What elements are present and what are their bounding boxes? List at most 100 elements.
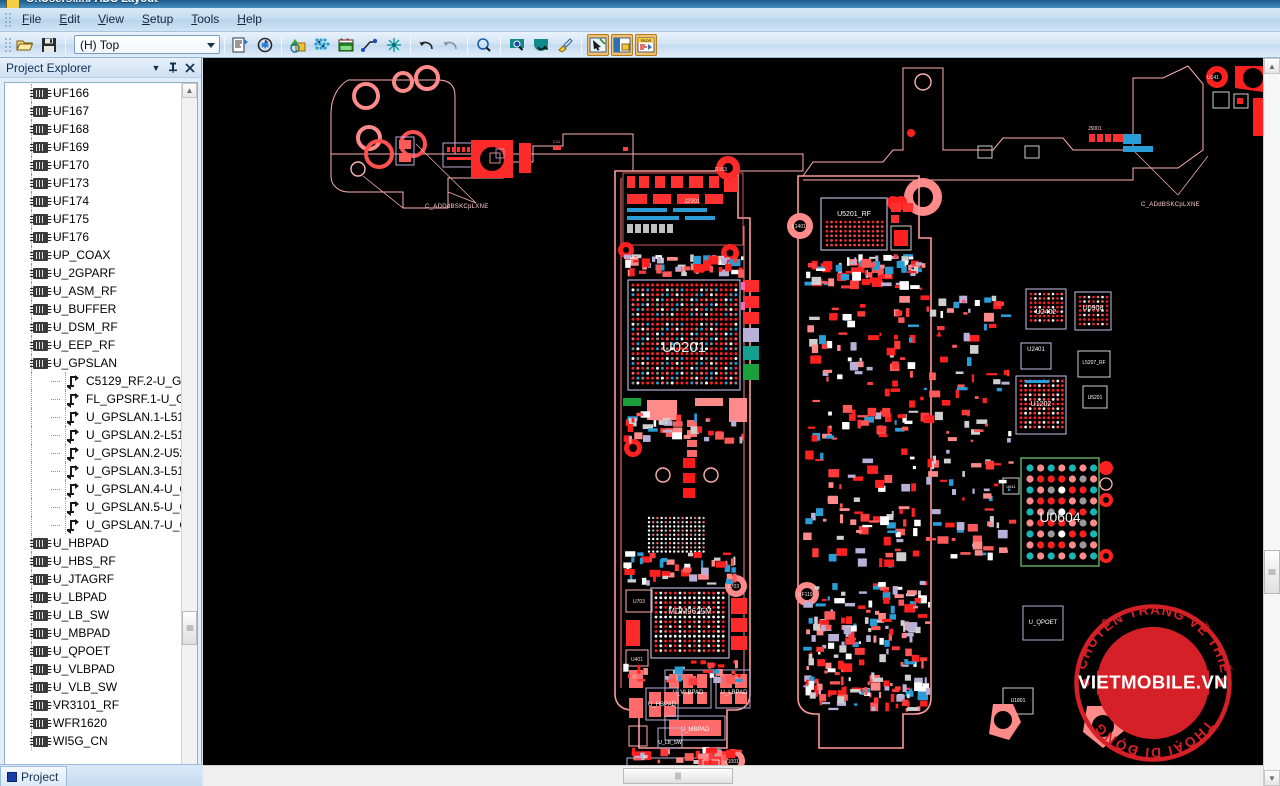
menu-view[interactable]: View [89,9,133,30]
menu-help[interactable]: Help [228,9,271,30]
zoom-button[interactable] [473,34,495,56]
menu-tools[interactable]: Tools [182,9,228,30]
tree-dotted-connector [51,129,60,130]
menu-setup[interactable]: Setup [133,9,182,30]
tree-part-item[interactable]: +UF166 [5,84,181,102]
toolbar-grip[interactable] [3,35,11,54]
canvas-scroll-thumb[interactable] [1264,550,1280,594]
tree-part-item[interactable]: +U_VLB_SW [5,678,181,696]
design-tools-button[interactable] [587,33,609,56]
tree-vertical-scrollbar[interactable]: ▲ ▼ [181,83,197,786]
pour-button[interactable] [287,34,309,56]
canvas-scroll-down-button[interactable]: ▼ [1264,770,1280,786]
tree-net-item[interactable]: U_GPSLAN.5-U_G [5,498,181,516]
tree-scroll-thumb[interactable] [182,611,197,645]
tree-part-item[interactable]: +UP_COAX [5,246,181,264]
drc-button[interactable] [311,34,333,56]
svg-text:U0201: U0201 [662,339,706,356]
tree-item-label: U_GPSLAN.7-U_G [86,518,181,532]
panel-pin-button[interactable] [166,61,180,75]
route-line-icon [361,38,378,52]
tree-part-item[interactable]: +WFR1620 [5,714,181,732]
save-file-button[interactable] [38,34,60,56]
component-chip-icon [30,627,48,639]
tree-part-item[interactable]: +U_LBPAD [5,588,181,606]
zoom-fit-button[interactable] [530,34,552,56]
open-file-button[interactable] [14,34,36,56]
tree-part-item[interactable]: UF175 [5,210,181,228]
panel-close-button[interactable] [183,61,197,75]
tree-net-item[interactable]: U_GPSLAN.2-L512 [5,426,181,444]
redraw-button[interactable] [554,34,576,56]
menu-edit[interactable]: Edit [50,9,89,30]
tree-part-item[interactable]: −U_GPSLAN [5,354,181,372]
tree-item-label: U_GPSLAN.2-U520 [86,446,181,460]
tree-part-item[interactable]: +U_HBPAD [5,534,181,552]
tree-part-item[interactable]: +VR3101_RF [5,696,181,714]
tree-part-item[interactable]: UF169 [5,138,181,156]
tree-part-item[interactable]: +U_2GPARF [5,264,181,282]
tree-part-item[interactable]: +U_QPOET [5,642,181,660]
tree-part-item[interactable]: +U_ASM_RF [5,282,181,300]
tree-guide-line [31,156,32,174]
tree-net-item[interactable]: U_GPSLAN.7-U_G [5,516,181,534]
tree-part-item[interactable]: +U_DSM_RF [5,318,181,336]
menu-grip[interactable] [3,10,11,29]
project-explorer-button[interactable] [611,33,633,56]
tree-net-item[interactable]: U_GPSLAN.1-L512 [5,408,181,426]
tree-net-item[interactable]: C5129_RF.2-U_GP [5,372,181,390]
component-chip-icon [30,267,48,279]
route-button[interactable] [359,34,381,56]
tree-guide-line [31,444,32,462]
tree-part-item[interactable]: +UF167 [5,102,181,120]
pads-router-button[interactable]: PADS [635,33,657,56]
canvas-hscroll-thumb[interactable] [623,768,733,784]
pcb-canvas[interactable]: C_ADDdBSKCpLXNE C11 R153 J2901 U0201 MDM… [203,58,1280,786]
report-button[interactable] [230,34,252,56]
undo-button[interactable] [416,34,438,56]
tree-part-item[interactable]: +UF168 [5,120,181,138]
menu-file[interactable]: File [13,9,50,30]
tree-guide-line [31,642,32,660]
tree-part-item[interactable]: +UF176 [5,228,181,246]
tree-guide-line [31,336,32,354]
canvas-horizontal-scrollbar[interactable] [203,765,1263,786]
tree-net-item[interactable]: U_GPSLAN.3-L512 [5,462,181,480]
refresh-button[interactable] [254,34,276,56]
tree-item-label: FL_GPSRF.1-U_GP [86,392,181,406]
tree-part-item[interactable]: +U_EEP_RF [5,336,181,354]
tree-net-item[interactable]: U_GPSLAN.4-U_G [5,480,181,498]
project-tree-scroll-area[interactable]: +UF166+UF167+UF168UF169UF170+UF173+UF174… [5,83,181,786]
tree-part-item[interactable]: +U_VLBPAD [5,660,181,678]
layer-select-combo[interactable]: (H) Top [74,35,220,54]
tree-item-label: U_EEP_RF [53,338,116,352]
tree-part-item[interactable]: +UF173 [5,174,181,192]
tab-project[interactable]: Project [0,766,68,786]
tree-part-item[interactable]: +U_LB_SW [5,606,181,624]
panel-menu-button[interactable]: ▼ [149,61,163,75]
tree-net-item[interactable]: U_GPSLAN.2-U520 [5,444,181,462]
split-plane-icon [387,37,401,52]
tree-part-item[interactable]: +U_HBS_RF [5,552,181,570]
tree-part-item[interactable]: +WI5G_CN [5,732,181,750]
component-chip-icon [30,357,48,369]
tree-part-item[interactable]: +U_JTAGRF [5,570,181,588]
tree-part-item[interactable]: +U_BUFFER [5,300,181,318]
tree-guide-line [31,714,32,732]
net-connection-icon [67,393,81,408]
tree-net-item[interactable]: FL_GPSRF.1-U_GP [5,390,181,408]
tree-part-item[interactable]: UF170 [5,156,181,174]
canvas-vertical-scrollbar[interactable]: ▲ ▼ [1263,58,1280,786]
zoom-area-button[interactable] [506,34,528,56]
chevron-down-icon[interactable] [207,43,215,48]
svg-text:U0908: U0908 [1083,305,1104,312]
redo-button[interactable] [440,34,462,56]
split-plane-button[interactable] [383,34,405,56]
board-outline-button[interactable] [335,34,357,56]
canvas-scroll-up-button[interactable]: ▲ [1264,58,1280,74]
tree-item-label: U_2GPARF [53,266,116,280]
tree-dotted-connector [51,723,60,724]
tree-part-item[interactable]: +UF174 [5,192,181,210]
tree-part-item[interactable]: +U_MBPAD [5,624,181,642]
tree-scroll-up-button[interactable]: ▲ [182,83,197,98]
